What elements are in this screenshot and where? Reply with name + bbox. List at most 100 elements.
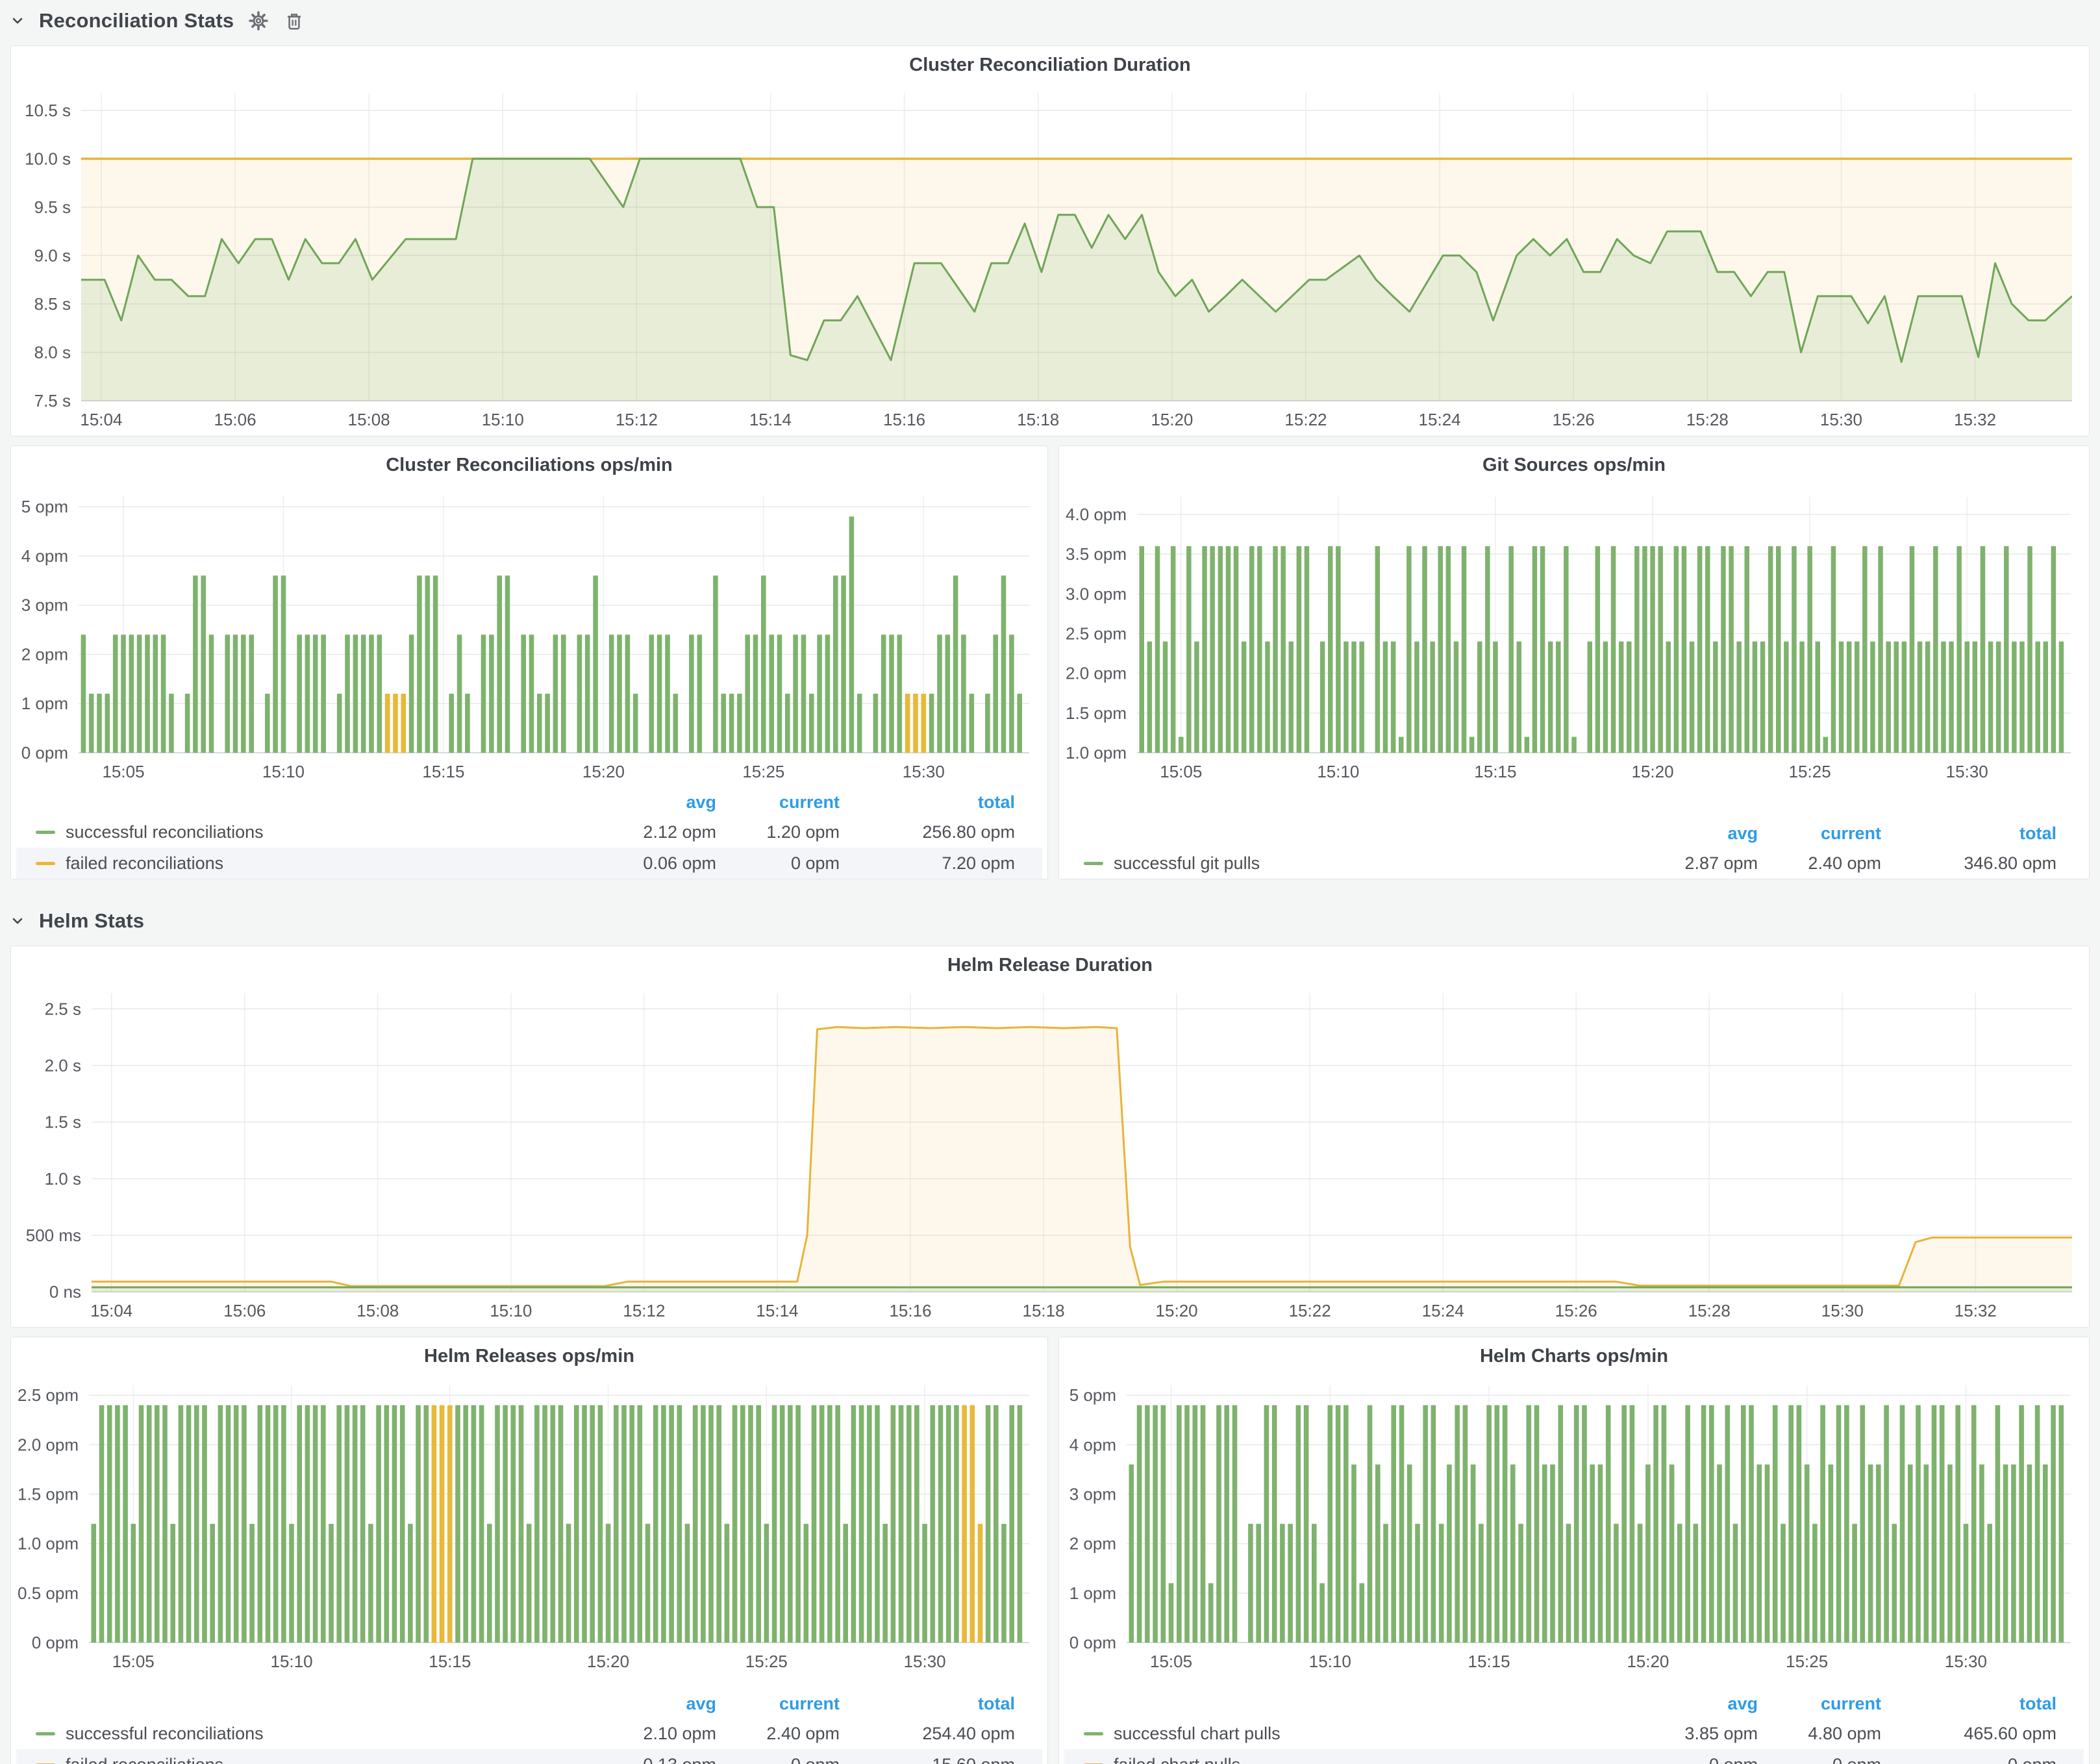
legend-column-avg[interactable]: avg	[1625, 1694, 1758, 1714]
legend: avgcurrenttotal successful chart pulls3.8…	[1064, 1689, 2084, 1764]
svg-text:15:25: 15:25	[742, 762, 784, 781]
legend-series-label[interactable]: failed reconciliations	[66, 853, 223, 874]
legend-column-avg[interactable]: avg	[583, 1694, 716, 1714]
panel-title[interactable]: Helm Charts ops/min	[1064, 1337, 2084, 1374]
timeseries-chart[interactable]: 2.5 s2.0 s1.5 s1.0 s500 ms0 ns15:0415:06…	[16, 983, 2084, 1324]
svg-text:15:04: 15:04	[90, 1301, 132, 1320]
svg-text:15:04: 15:04	[80, 410, 122, 429]
section-reconciliation-stats[interactable]: Reconciliation Stats	[9, 3, 305, 39]
legend-row[interactable]: successful chart pulls3.85 opm4.80 opm46…	[1064, 1718, 2084, 1749]
legend-stat-current: 2.40 opm	[716, 1724, 840, 1744]
legend-stat-current: 2.40 opm	[1758, 853, 1881, 874]
legend-column-avg[interactable]: avg	[1625, 824, 1758, 844]
bar-chart[interactable]: 2.5 opm2.0 opm1.5 opm1.0 opm0.5 opm0 opm…	[16, 1374, 1042, 1676]
svg-text:15:05: 15:05	[1150, 1652, 1192, 1671]
svg-text:10.0 s: 10.0 s	[25, 149, 71, 168]
legend-stat-total: 346.80 opm	[1881, 853, 2056, 874]
panel-title[interactable]: Helm Release Duration	[16, 946, 2084, 983]
legend-stat-avg: 2.87 opm	[1625, 853, 1758, 874]
svg-text:3.0 opm: 3.0 opm	[1066, 584, 1127, 603]
panel-title[interactable]: Cluster Reconciliation Duration	[16, 46, 2084, 82]
legend-series-label[interactable]: successful reconciliations	[66, 822, 264, 842]
legend-column-total[interactable]: total	[1881, 1694, 2056, 1714]
svg-text:15:18: 15:18	[1017, 410, 1059, 429]
legend: avgcurrenttotalsuccessful reconciliation…	[16, 1689, 1042, 1764]
legend-stat-avg: 0.13 opm	[583, 1755, 716, 1764]
svg-text:15:05: 15:05	[112, 1652, 155, 1671]
section-title[interactable]: Helm Stats	[39, 909, 144, 933]
bar-chart[interactable]: 5 opm4 opm3 opm2 opm1 opm0 opm15:0515:10…	[1064, 1374, 2084, 1676]
gear-icon[interactable]	[247, 9, 270, 32]
legend-series-label[interactable]: failed chart pulls	[1114, 1755, 1240, 1764]
legend-series-label[interactable]: successful chart pulls	[1114, 1724, 1281, 1744]
panel-helm-releases-opm: Helm Releases ops/min 2.5 opm2.0 opm1.5 …	[10, 1337, 1048, 1764]
series-color-swatch	[1084, 862, 1103, 865]
series-color-swatch	[36, 1732, 55, 1735]
svg-text:10.5 s: 10.5 s	[25, 101, 71, 120]
section-helm-stats[interactable]: Helm Stats	[9, 903, 144, 939]
legend-header: avgcurrenttotal	[16, 788, 1042, 816]
legend-stat-total: 256.80 opm	[840, 822, 1015, 842]
svg-text:2.0 opm: 2.0 opm	[18, 1435, 79, 1454]
legend-row[interactable]: successful git pulls 2.87 opm2.40 opm346.…	[1064, 848, 2084, 879]
panel-title[interactable]: Cluster Reconciliations ops/min	[16, 446, 1042, 483]
bar-chart[interactable]: 5 opm4 opm3 opm2 opm1 opm0 opm15:0515:10…	[16, 483, 1042, 787]
svg-text:1.5 s: 1.5 s	[45, 1113, 81, 1132]
legend-column-total[interactable]: total	[1881, 824, 2056, 844]
svg-text:15:20: 15:20	[1151, 410, 1193, 429]
svg-text:1 opm: 1 opm	[21, 694, 68, 713]
svg-text:15:24: 15:24	[1422, 1301, 1464, 1320]
panel-title[interactable]: Git Sources ops/min	[1064, 446, 2084, 483]
legend-stat-total: 254.40 opm	[840, 1724, 1015, 1744]
trash-icon[interactable]	[283, 10, 305, 32]
legend-column-total[interactable]: total	[840, 1694, 1015, 1714]
legend-column-total[interactable]: total	[840, 792, 1015, 813]
series-color-swatch	[36, 862, 55, 865]
svg-text:2.0 opm: 2.0 opm	[1066, 664, 1127, 683]
legend-series-label[interactable]: successful reconciliations	[66, 1724, 264, 1744]
legend-stat-current: 0 opm	[716, 1755, 840, 1764]
svg-text:15:30: 15:30	[1946, 762, 1988, 781]
legend-column-avg[interactable]: avg	[583, 792, 716, 813]
svg-text:1.0 s: 1.0 s	[45, 1169, 81, 1189]
legend-column-current[interactable]: current	[716, 792, 840, 813]
svg-text:9.5 s: 9.5 s	[34, 197, 71, 217]
series-color-swatch	[1084, 1732, 1103, 1735]
svg-text:15:25: 15:25	[1786, 1652, 1828, 1671]
legend-row[interactable]: failed reconciliations0.13 opm0 opm15.60…	[16, 1749, 1042, 1764]
panel-cluster-reconciliation-duration: Cluster Reconciliation Duration 10.5 s 10…	[10, 45, 2090, 436]
legend-column-current[interactable]: current	[716, 1694, 840, 1714]
svg-text:0 opm: 0 opm	[21, 743, 68, 762]
chevron-down-icon[interactable]	[9, 913, 26, 929]
svg-text:0.5 opm: 0.5 opm	[18, 1583, 79, 1603]
svg-text:4 opm: 4 opm	[21, 546, 68, 566]
legend-row[interactable]: successful reconciliations2.12 opm1.20 o…	[16, 816, 1042, 848]
svg-text:2.5 opm: 2.5 opm	[18, 1385, 79, 1405]
svg-text:15:28: 15:28	[1688, 1301, 1731, 1320]
svg-text:15:06: 15:06	[214, 410, 256, 429]
legend-row[interactable]: failed chart pulls0 opm0 opm0 opm	[1064, 1749, 2084, 1764]
bar-chart[interactable]: 4.0 opm3.5 opm3.0 opm2.5 opm2.0 opm1.5 o…	[1064, 483, 2084, 787]
chevron-down-icon[interactable]	[9, 12, 26, 29]
legend-stat-avg: 0.06 opm	[583, 853, 716, 874]
svg-text:2 opm: 2 opm	[21, 644, 68, 664]
svg-text:4 opm: 4 opm	[1069, 1435, 1116, 1454]
legend-stat-current: 4.80 opm	[1758, 1724, 1881, 1744]
svg-text:1.0 opm: 1.0 opm	[1066, 743, 1127, 762]
svg-text:15:20: 15:20	[582, 762, 625, 781]
legend: avgcurrenttotal successful git pulls 2.87 …	[1064, 819, 2084, 879]
svg-text:15:08: 15:08	[348, 410, 390, 429]
legend-row[interactable]: successful reconciliations2.10 opm2.40 o…	[16, 1718, 1042, 1749]
timeseries-chart[interactable]: 10.5 s10.0 s9.5 s9.0 s8.5 s8.0 s7.5 s15:…	[16, 82, 2084, 433]
section-title[interactable]: Reconciliation Stats	[39, 9, 234, 32]
legend-header: avgcurrenttotal	[16, 1689, 1042, 1718]
legend-series-label[interactable]: successful git pulls	[1114, 853, 1260, 874]
legend-stat-avg: 0 opm	[1625, 1755, 1758, 1764]
panel-title[interactable]: Helm Releases ops/min	[16, 1337, 1042, 1374]
legend-column-current[interactable]: current	[1758, 824, 1881, 844]
legend-column-current[interactable]: current	[1758, 1694, 1881, 1714]
panel-helm-release-duration: Helm Release Duration 2.5 s2.0 s1.5 s1.0…	[10, 946, 2090, 1328]
legend-series-label[interactable]: failed reconciliations	[66, 1755, 223, 1764]
legend-row[interactable]: failed reconciliations0.06 opm0 opm7.20 …	[16, 848, 1042, 879]
svg-text:15:20: 15:20	[1156, 1301, 1198, 1320]
